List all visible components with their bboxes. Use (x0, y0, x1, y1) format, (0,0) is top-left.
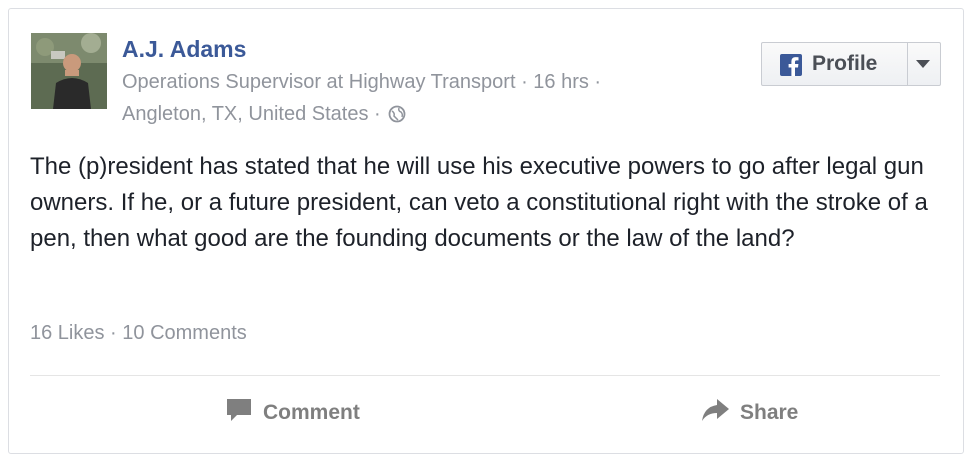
comment-button[interactable]: Comment (225, 397, 360, 429)
chevron-down-icon[interactable] (916, 60, 930, 68)
comment-icon (225, 397, 253, 429)
globe-icon[interactable] (388, 105, 406, 129)
button-divider (907, 43, 908, 85)
profile-button-label: Profile (812, 52, 878, 75)
actions-divider (30, 375, 940, 376)
avatar-photo (31, 33, 107, 109)
share-icon (700, 397, 730, 429)
post-card: A.J. Adams Operations Supervisor at High… (8, 8, 964, 454)
post-body-text: The (p)resident has stated that he will … (30, 153, 928, 252)
post-meta-job-time: Operations Supervisor at Highway Transpo… (122, 71, 602, 93)
share-button[interactable]: Share (700, 397, 798, 429)
facebook-icon (780, 54, 802, 76)
avatar[interactable] (31, 33, 107, 109)
post-author[interactable]: A.J. Adams (122, 36, 246, 63)
profile-button[interactable]: Profile (761, 42, 941, 86)
comment-label: Comment (263, 401, 360, 424)
post-meta-location: Angleton, TX, United States · (122, 103, 406, 129)
location-text: Angleton, TX, United States · (122, 103, 381, 125)
post-stats[interactable]: 16 Likes · 10 Comments (30, 322, 247, 345)
share-label: Share (740, 401, 799, 424)
